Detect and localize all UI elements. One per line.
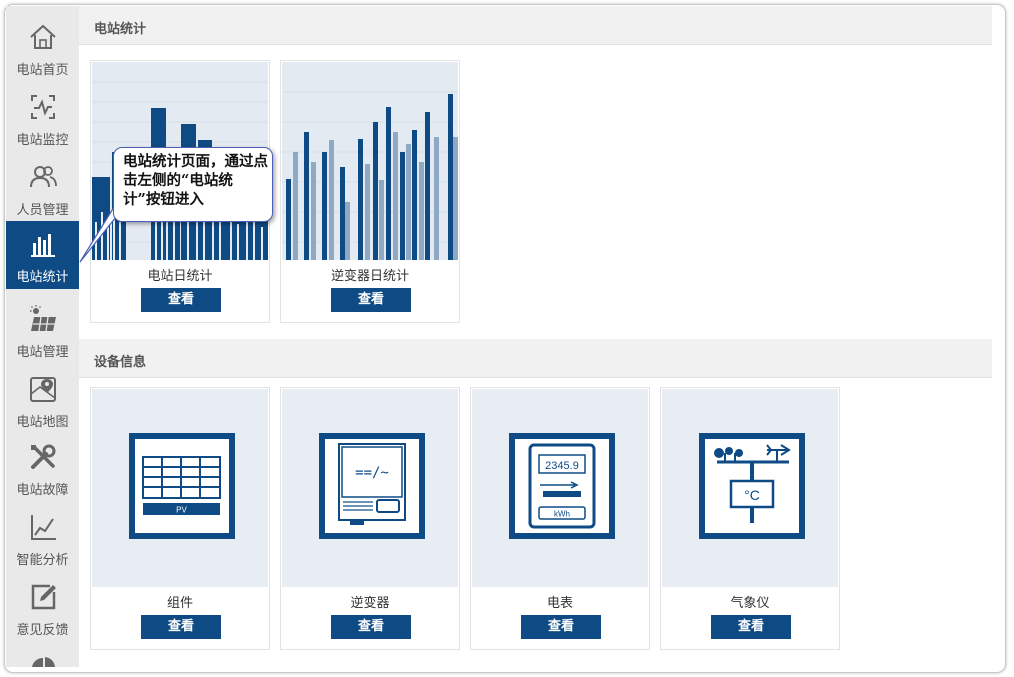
monitor-icon: [31, 95, 55, 119]
view-inverter-button[interactable]: 查看: [331, 615, 411, 639]
temperature-label: °C: [744, 487, 760, 503]
sidebar-item-stats[interactable]: 电站统计: [6, 221, 79, 289]
pv-module-card: PV 组件 查看: [90, 387, 270, 650]
sidebar: 电站首页 电站监控 人员管理 电站统计 电站管理 电站地图 电站故障 智能分析 …: [6, 6, 79, 667]
meter-icon: 2345.9 kWh: [509, 433, 615, 539]
meter-reading: 2345.9: [545, 460, 579, 472]
sidebar-item-feedback[interactable]: 意见反馈: [6, 574, 79, 642]
inverter-icon: ==/~: [319, 433, 425, 539]
sidebar-item-label: 电站故障: [16, 483, 69, 498]
bar-chart-thumbnail-icon: [282, 62, 458, 260]
solar-panel-icon: [30, 305, 56, 332]
card-title: 逆变器: [350, 596, 390, 611]
pv-module-icon: PV: [129, 433, 235, 539]
pie-chart-icon: [32, 657, 55, 667]
view-meter-button[interactable]: 查看: [521, 615, 601, 639]
sidebar-item-label: 意见反馈: [16, 623, 69, 638]
sidebar-item-map[interactable]: 电站地图: [6, 366, 79, 434]
sidebar-item-plant-mgmt[interactable]: 电站管理: [6, 296, 79, 364]
card-title: 电站日统计: [147, 269, 213, 284]
meter-card: 2345.9 kWh 电表 查看: [470, 387, 650, 650]
instruction-tooltip: 电站统计页面，通过点击左侧的“电站统计”按钮进入: [113, 147, 273, 222]
card-title: 逆变器日统计: [330, 269, 409, 284]
line-chart-icon: [31, 515, 56, 540]
weather-station-card: °C 气象仪 查看: [660, 387, 840, 650]
meter-thumbnail: 2345.9 kWh: [472, 389, 648, 587]
sidebar-item-label: 人员管理: [16, 203, 69, 218]
sidebar-item-label: 电站首页: [16, 63, 69, 78]
inverter-symbol: ==/~: [355, 465, 389, 481]
section-title: 电站统计: [94, 22, 147, 37]
sidebar-item-label: 智能分析: [16, 553, 69, 568]
edit-icon: [31, 584, 56, 610]
tooltip-pointer: [79, 206, 117, 263]
weather-station-thumbnail: °C: [662, 389, 838, 587]
view-plant-daily-stats-button[interactable]: 查看: [141, 288, 221, 312]
pv-label: PV: [176, 506, 187, 515]
sidebar-item-label: 电站统计: [16, 270, 69, 285]
card-title: 组件: [166, 596, 193, 611]
sidebar-item-home[interactable]: 电站首页: [6, 14, 79, 82]
view-pv-module-button[interactable]: 查看: [141, 615, 221, 639]
sidebar-item-faults[interactable]: 电站故障: [6, 434, 79, 502]
bar-chart-icon: [31, 234, 55, 257]
people-icon: [30, 166, 57, 188]
sidebar-item-analysis[interactable]: 智能分析: [6, 504, 79, 572]
main-content: 电站统计 电站日统计 查看 逆变器日统计 查看 设备信息 PV 组件 查看 ==…: [79, 6, 999, 667]
sidebar-item-monitor[interactable]: 电站监控: [6, 84, 79, 152]
tooltip-text: 电站统计页面，通过点击左侧的“电站统计”按钮进入: [123, 153, 268, 208]
pv-module-thumbnail: PV: [92, 389, 268, 587]
card-title: 电表: [546, 596, 573, 611]
view-inverter-daily-stats-button[interactable]: 查看: [331, 288, 411, 312]
map-pin-icon: [30, 377, 56, 402]
sidebar-item-label: 电站监控: [16, 133, 69, 148]
inverter-daily-stats-card: 逆变器日统计 查看: [280, 60, 460, 323]
stats-section-header: 电站统计: [79, 6, 992, 45]
sidebar-item-people[interactable]: 人员管理: [6, 154, 79, 222]
inverter-daily-stats-thumbnail: [282, 62, 458, 260]
card-title: 气象仪: [730, 596, 770, 611]
inverter-thumbnail: ==/~: [282, 389, 458, 587]
weather-station-icon: °C: [699, 433, 805, 539]
section-title: 设备信息: [94, 355, 147, 370]
view-weather-station-button[interactable]: 查看: [711, 615, 791, 639]
sidebar-item-label: 电站管理: [16, 345, 69, 360]
device-section-header: 设备信息: [79, 339, 992, 378]
meter-unit: kWh: [554, 510, 570, 519]
inverter-card: ==/~ 逆变器 查看: [280, 387, 460, 650]
home-icon: [30, 24, 56, 49]
tools-icon: [31, 444, 56, 469]
sidebar-item-label: 电站地图: [16, 415, 69, 430]
